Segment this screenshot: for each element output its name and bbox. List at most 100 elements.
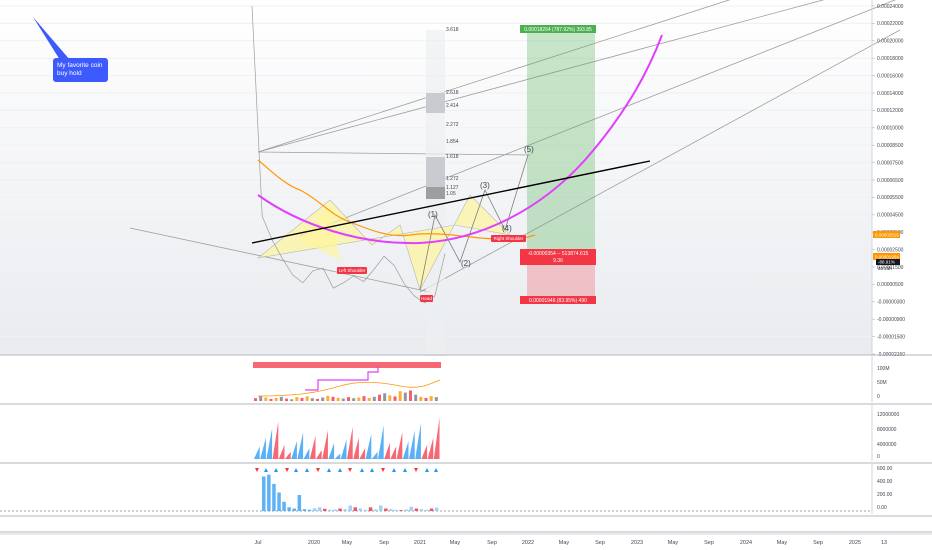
fib-level-label: 2.618 (446, 90, 459, 96)
right-shoulder-tag: Right Shoulder (494, 236, 524, 241)
oscillator-bar (323, 508, 327, 511)
time-tick-label: Sep (379, 540, 389, 546)
volume-bar (264, 397, 268, 401)
volume-bar (409, 390, 412, 401)
entry-sub-label: 9.36 (553, 258, 563, 264)
time-tick-label: 2020 (308, 540, 320, 546)
chart-canvas[interactable]: 3.6182.6182.4142.2721.8541.6181.2721.127… (0, 0, 932, 550)
oscillator-bar (414, 508, 419, 511)
oscillator-bar (338, 508, 342, 511)
volume-bar (419, 396, 423, 401)
fib-level-label: 1.05 (446, 191, 456, 197)
volume-bar (424, 397, 428, 401)
note-line-2: buy hold (57, 70, 82, 77)
price-tick-label: 0.00014000 (877, 91, 904, 97)
oscillator-pane[interactable]: 600.00 400.00 200.00 0.00 (0, 462, 932, 514)
wave-label: (3) (480, 181, 490, 190)
price-tick-label: -0.00001500 (877, 334, 905, 340)
price-tick-label: 0.00004500 (877, 213, 904, 219)
percent-marker: -88.91% (878, 260, 895, 265)
volume-bar (285, 398, 288, 402)
oscillator-bar (394, 509, 398, 511)
volume-bar (398, 391, 402, 401)
oscillator-bar (399, 510, 403, 511)
oscillator-bar (389, 509, 393, 511)
price-axis[interactable]: 0.00024000 0.00022000 0.00020000 0.00018000… (871, 0, 905, 358)
target-label: 0.00018264 (787.92%) 393.85 (524, 27, 592, 33)
fib-level-label: 1.272 (446, 176, 459, 182)
oscillator-bar (429, 508, 434, 511)
oscillator-bar (287, 507, 291, 511)
wave-label: (4) (502, 224, 512, 233)
volume-bar (362, 396, 366, 401)
percent-marker-sub: 33 21h (878, 266, 892, 271)
time-tick-label: May (450, 540, 461, 546)
oscillator-bar (312, 508, 317, 511)
oscillator-bar (358, 508, 363, 511)
wave-label: (2) (461, 259, 471, 268)
oscillator-bar (343, 509, 347, 511)
fib-level-label: 2.414 (446, 103, 459, 109)
time-tick-label: 13 (881, 540, 887, 546)
oscillator-bar (368, 507, 373, 511)
price-tick-label: 0.00012000 (877, 108, 904, 114)
oscillator-tick-label: 600.00 (877, 466, 893, 472)
volume-bar (331, 396, 335, 401)
volume-bar (372, 396, 376, 401)
price-tick-label: 0.00016000 (877, 73, 904, 79)
time-tick-label: Sep (704, 540, 714, 546)
oscillator-bar (384, 508, 388, 511)
volume-pane[interactable]: 100M 50M 0 (0, 354, 932, 402)
volume-bar (316, 398, 319, 401)
volume-bar (388, 395, 392, 401)
entry-label: -0.00000354 -- 513874.615 (528, 251, 589, 257)
volume-bar (336, 397, 340, 401)
time-axis[interactable]: Jul 2020 May Sep 2021 May Sep 2022 May Sep 2023 May… (0, 533, 932, 546)
oscillator-bar (317, 507, 322, 511)
fib-level-label: 1.618 (446, 154, 459, 160)
volume-tick-label: 0 (877, 394, 880, 400)
volume-bar (269, 398, 273, 401)
time-tick-label: May (777, 540, 788, 546)
obv-tick-label: 12000000 (877, 412, 899, 418)
time-tick-label: Jul (254, 540, 261, 546)
time-tick-label: 2024 (740, 540, 752, 546)
volume-bar (326, 395, 330, 402)
current-price-orange-tag: 0.00002516 (875, 233, 899, 238)
oscillator-bar (307, 509, 312, 511)
price-tick-label: 0.00010000 (877, 126, 904, 132)
wave-label: (5) (524, 145, 534, 154)
price-tick-label: 0.00007500 (877, 160, 904, 166)
obv-pane[interactable]: 12000000 8000000 4000000 0 (0, 403, 932, 461)
time-tick-label: May (342, 540, 353, 546)
price-pane[interactable]: 3.6182.6182.4142.2721.8541.6181.2721.127… (0, 0, 920, 360)
volume-bar (429, 396, 433, 401)
time-tick-label: 2022 (522, 540, 534, 546)
time-tick-label: 2025 (849, 540, 861, 546)
volume-bar (254, 398, 257, 401)
price-tick-label: 0.00024000 (877, 4, 904, 10)
oscillator-bar (363, 509, 368, 511)
oscillator-tick-label: 200.00 (877, 492, 893, 498)
volume-bar (352, 398, 356, 401)
oscillator-bar (262, 476, 266, 511)
oscillator-bar (404, 509, 408, 511)
time-tick-label: Sep (595, 540, 605, 546)
oscillator-bar (267, 474, 271, 511)
oscillator-bar (302, 509, 307, 511)
oscillator-tick-label: 400.00 (877, 479, 893, 485)
obv-tick-label: 8000000 (877, 427, 897, 433)
oscillator-bar (292, 508, 296, 511)
volume-bar (403, 392, 407, 401)
price-tick-label: 0.00006500 (877, 178, 904, 184)
time-tick-label: 2021 (414, 540, 426, 546)
oscillator-bar (328, 509, 332, 511)
time-tick-label: May (559, 540, 570, 546)
oscillator-bar (373, 509, 378, 511)
head-tag: Head (421, 296, 432, 301)
oscillator-bar (353, 507, 357, 511)
volume-bar (321, 397, 325, 401)
oscillator-bar (409, 506, 413, 511)
empty-pane (0, 515, 932, 533)
oscillator-bar (379, 505, 383, 511)
